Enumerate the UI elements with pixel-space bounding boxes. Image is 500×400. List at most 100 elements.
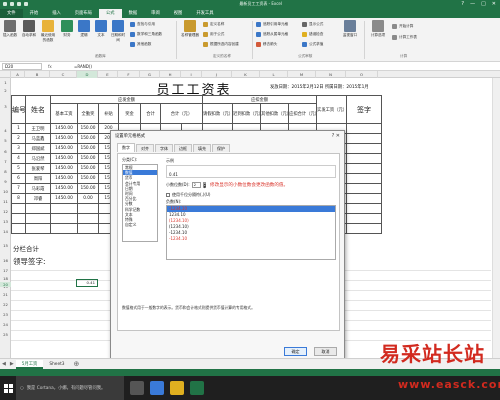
datetime-button[interactable]: 日期和时间 xyxy=(110,20,126,42)
remove-arrows-button[interactable]: 移去箭头 xyxy=(256,42,277,47)
sheet-tab[interactable]: Sheet3 xyxy=(43,360,70,369)
row-number[interactable]: 22 xyxy=(0,302,11,307)
use-in-formula-button[interactable]: 用于公式 xyxy=(203,32,224,37)
decimal-spinner[interactable]: ▲ ▼ xyxy=(202,182,206,188)
row-number[interactable]: 14 xyxy=(0,229,11,234)
tab-protection[interactable]: 保护 xyxy=(212,144,230,152)
ok-button[interactable]: 确定 xyxy=(284,347,307,356)
row-number[interactable]: 8 xyxy=(0,169,11,174)
column-header[interactable]: D xyxy=(77,71,98,78)
close-button[interactable]: ✕ xyxy=(492,1,496,7)
row-number[interactable]: 1 xyxy=(0,80,11,85)
tab-file[interactable]: 文件 xyxy=(0,9,23,18)
recent-functions-button[interactable]: 最近使用的函数 xyxy=(40,20,56,42)
define-name-button[interactable]: 定义名称 xyxy=(203,22,224,27)
excel-taskbar-icon[interactable] xyxy=(190,381,204,395)
row-number[interactable]: 12 xyxy=(0,209,11,214)
list-item[interactable]: 自定义 xyxy=(123,222,157,227)
column-header[interactable]: N xyxy=(316,71,346,78)
row-number[interactable]: 24 xyxy=(0,322,11,327)
lookup-button[interactable]: 查找与引用 xyxy=(130,22,155,27)
select-all-corner[interactable] xyxy=(0,71,11,78)
name-box[interactable]: D20 xyxy=(2,62,42,70)
row-number[interactable]: 4 xyxy=(0,128,11,133)
row-number-selected[interactable]: 20 xyxy=(0,282,11,287)
list-item[interactable]: -1234.10 xyxy=(167,236,335,242)
autosum-button[interactable]: 自动求和 xyxy=(21,20,37,38)
edge-icon[interactable] xyxy=(150,381,164,395)
tab-font[interactable]: 字体 xyxy=(155,144,173,152)
help-button[interactable]: ? xyxy=(461,1,464,7)
tab-border[interactable]: 边框 xyxy=(174,144,192,152)
tab-review[interactable]: 审阅 xyxy=(144,9,167,18)
math-button[interactable]: 数学和三角函数 xyxy=(130,32,162,37)
row-number[interactable]: 6 xyxy=(0,149,11,154)
error-check-button[interactable]: 错误检查 xyxy=(302,32,323,37)
scroll-right-icon[interactable]: ▶ xyxy=(8,361,16,367)
category-list[interactable]: 常规 数值 货币 会计专用 日期 时间 百分比 分数 科学记数 文本 特殊 自定… xyxy=(122,164,158,242)
tab-insert[interactable]: 插入 xyxy=(45,9,68,18)
evaluate-formula-button[interactable]: 公式求值 xyxy=(302,42,323,47)
row-number[interactable]: 9 xyxy=(0,179,11,184)
task-view-icon[interactable] xyxy=(130,381,144,395)
negative-numbers-list[interactable]: -1234.10 1234.10 (1234.10) (1234.10) -12… xyxy=(166,205,336,260)
show-formulas-button[interactable]: 显示公式 xyxy=(302,22,323,27)
column-header[interactable]: K xyxy=(232,71,260,78)
tab-page-layout[interactable]: 页面布局 xyxy=(68,9,99,18)
tab-fill[interactable]: 填充 xyxy=(193,144,211,152)
calculate-sheet-button[interactable]: 计算工作表 xyxy=(392,35,417,40)
tab-data[interactable]: 数据 xyxy=(122,9,145,18)
column-header[interactable]: L xyxy=(260,71,288,78)
row-number[interactable]: 3 xyxy=(0,104,11,109)
sheet-tab-active[interactable]: 5月工资 xyxy=(15,359,44,369)
calculation-options-button[interactable]: 计算选项 xyxy=(368,20,388,38)
add-sheet-icon[interactable]: ⊕ xyxy=(71,360,83,368)
tab-developer[interactable]: 开发工具 xyxy=(189,9,220,18)
trace-dependents-button[interactable]: 追踪从属单元格 xyxy=(256,32,288,37)
start-button[interactable] xyxy=(0,376,16,400)
more-functions-button[interactable]: 其他函数 xyxy=(130,42,151,47)
column-header[interactable]: O xyxy=(346,71,378,78)
watch-window-button[interactable]: 监视窗口 xyxy=(340,20,360,38)
column-header[interactable]: I xyxy=(181,71,202,78)
column-header[interactable]: J xyxy=(202,71,232,78)
trace-precedents-button[interactable]: 追踪引用单元格 xyxy=(256,22,288,27)
row-number[interactable]: 5 xyxy=(0,138,11,143)
column-header[interactable]: B xyxy=(25,71,50,78)
vertical-scrollbar[interactable] xyxy=(492,78,500,358)
column-header[interactable]: E xyxy=(98,71,118,78)
fx-icon[interactable]: fx xyxy=(48,64,70,69)
row-number[interactable]: 16 xyxy=(0,258,11,263)
tab-formulas[interactable]: 公式 xyxy=(98,9,122,18)
row-number[interactable]: 2 xyxy=(0,88,11,93)
row-number[interactable]: 13 xyxy=(0,219,11,224)
tab-number[interactable]: 数字 xyxy=(117,143,135,152)
thousands-checkbox[interactable] xyxy=(166,193,170,197)
row-number[interactable]: 21 xyxy=(0,292,11,297)
column-header[interactable]: F xyxy=(118,71,140,78)
dialog-close-button[interactable]: ? ✕ xyxy=(332,133,340,139)
row-number[interactable]: 18 xyxy=(0,276,11,281)
cortana-search-box[interactable]: ○ 我是 Cortana，小娜。有问题尽管问我。 xyxy=(16,376,124,400)
column-header[interactable]: M xyxy=(288,71,316,78)
create-from-selection-button[interactable]: 根据所选内容创建 xyxy=(203,42,239,47)
insert-function-button[interactable]: 插入函数 xyxy=(2,20,18,38)
row-number[interactable]: 7 xyxy=(0,159,11,164)
row-number[interactable]: 17 xyxy=(0,268,11,273)
column-header[interactable]: C xyxy=(50,71,77,78)
column-header[interactable]: H xyxy=(160,71,181,78)
row-number[interactable]: 23 xyxy=(0,312,11,317)
logical-button[interactable]: 逻辑 xyxy=(76,20,92,38)
formula-input[interactable]: =RAND() xyxy=(70,64,500,69)
column-header[interactable]: A xyxy=(11,71,25,78)
column-header[interactable]: G xyxy=(140,71,160,78)
name-manager-button[interactable]: 名称管理器 xyxy=(180,20,200,38)
file-explorer-icon[interactable] xyxy=(170,381,184,395)
undo-icon[interactable] xyxy=(17,2,21,6)
tab-home[interactable]: 开始 xyxy=(23,9,46,18)
financial-button[interactable]: 财务 xyxy=(59,20,75,38)
row-number[interactable]: 10 xyxy=(0,189,11,194)
tab-view[interactable]: 视图 xyxy=(167,9,190,18)
text-button[interactable]: 文本 xyxy=(93,20,109,38)
save-icon[interactable] xyxy=(10,2,14,6)
